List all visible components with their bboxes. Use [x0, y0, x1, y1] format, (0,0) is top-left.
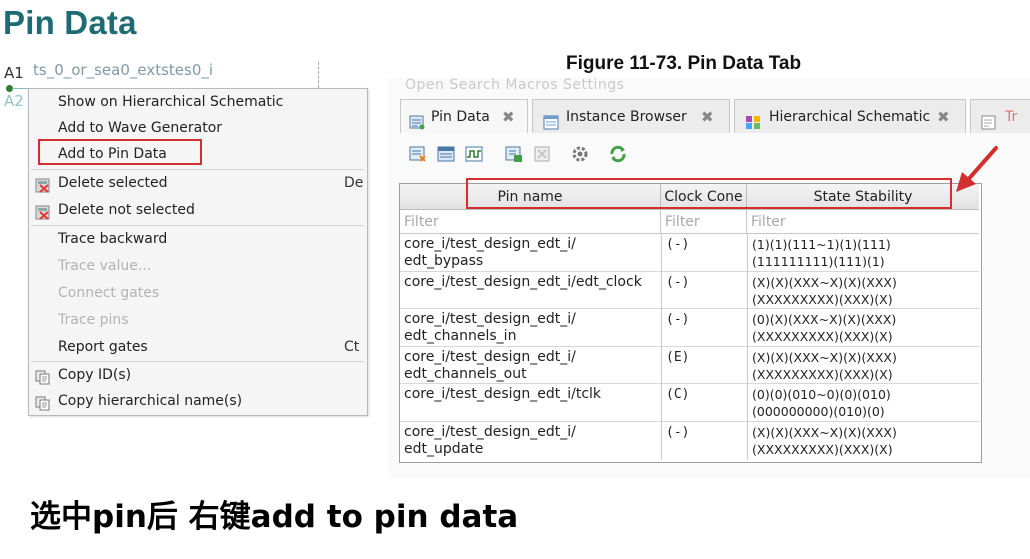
red-arrow-icon: [956, 146, 998, 192]
pin-label-a2: A2: [4, 92, 24, 110]
menubar: Open Search Macros Settings: [405, 77, 625, 93]
tab-bar: Pin Data ✖ Instance Browser ✖ Hierarchic…: [392, 99, 1030, 133]
filter-input-clock-cone[interactable]: Filter: [661, 210, 747, 234]
figure-caption: Figure 11-73. Pin Data Tab: [566, 53, 802, 74]
pin-label-a1: A1: [4, 64, 24, 82]
menu-item-add-to-wave-generator[interactable]: Add to Wave Generator: [29, 115, 367, 141]
tab-trace[interactable]: Tr: [970, 99, 1030, 133]
menu-item-trace-value[interactable]: Trace value...: [29, 253, 367, 279]
menu-item-delete-not-selected[interactable]: Delete not selected: [29, 197, 367, 223]
instance-name-label: ts_0_or_sea0_extstes0_i: [33, 61, 214, 79]
tab-label: Pin Data: [431, 109, 490, 125]
menu-item-connect-gates[interactable]: Connect gates: [29, 280, 367, 306]
menu-item-label: Add to Wave Generator: [58, 120, 223, 136]
copy-icon: [35, 368, 50, 385]
cell-pin-name: core_i/test_design_edt_i/ edt_update: [404, 424, 576, 457]
highlight-box-add-to-pin-data: [38, 139, 202, 165]
list-icon[interactable]: [436, 144, 456, 164]
filter-input-pin-name[interactable]: Filter: [400, 210, 661, 234]
cell-clock-cone: (-): [666, 312, 690, 328]
delete-icon: [35, 203, 50, 220]
refresh-icon[interactable]: [608, 144, 628, 164]
table-row[interactable]: core_i/test_design_edt_i/ edt_update (-)…: [400, 422, 979, 460]
tab-label: Hierarchical Schematic: [769, 109, 931, 125]
trace-icon: [981, 109, 997, 130]
menu-item-trace-backward[interactable]: Trace backward: [29, 226, 367, 252]
menu-item-label: Trace backward: [58, 231, 168, 247]
toolbar: [400, 144, 660, 170]
cell-clock-cone: (-): [666, 237, 690, 252]
menu-item-label: Delete not selected: [58, 202, 195, 218]
cell-clock-cone: (E): [666, 349, 690, 365]
bottom-caption: 选中pin后 右键add to pin data: [30, 499, 519, 535]
filter-input-state-stability[interactable]: Filter: [747, 210, 979, 234]
context-menu: Show on Hierarchical Schematic Add to Wa…: [28, 88, 368, 416]
menu-item-label: Copy hierarchical name(s): [58, 393, 243, 409]
menu-item-label: Copy ID(s): [58, 367, 132, 383]
cell-state-stability: (X)(X)(XXX~X)(X)(XXX) (XXXXXXXXX)(XXX)(X…: [752, 425, 897, 457]
highlight-box-column-headers: [466, 178, 952, 209]
menu-item-label: Trace pins: [58, 312, 129, 328]
instance-browser-icon: [543, 109, 559, 130]
wave-icon[interactable]: [464, 144, 484, 164]
close-icon[interactable]: ✖: [937, 100, 950, 134]
menu-item-label: Report gates: [58, 339, 148, 355]
cell-pin-name: core_i/test_design_edt_i/edt_clock: [404, 273, 642, 290]
cell-clock-cone: (-): [666, 274, 690, 290]
tab-pin-data[interactable]: Pin Data ✖: [400, 99, 528, 133]
add-pin-icon[interactable]: [408, 144, 428, 164]
cell-state-stability: (0)(X)(XXX~X)(X)(XXX) (XXXXXXXXX)(XXX)(X…: [752, 312, 897, 345]
menu-item-delete-selected[interactable]: Delete selected De: [29, 170, 367, 196]
menu-item-label: Show on Hierarchical Schematic: [58, 94, 284, 110]
page-title: Pin Data: [3, 4, 137, 41]
menu-shortcut: Ct: [344, 339, 360, 355]
close-icon[interactable]: ✖: [701, 100, 714, 134]
menu-item-show-hierarchical-schematic[interactable]: Show on Hierarchical Schematic: [29, 89, 367, 115]
cell-pin-name: core_i/test_design_edt_i/ edt_channels_o…: [404, 348, 576, 382]
pin-data-table: Pin name Clock Cone State Stability Filt…: [399, 183, 982, 463]
column-divider: [661, 234, 662, 460]
menu-item-trace-pins[interactable]: Trace pins: [29, 307, 367, 333]
column-divider: [747, 234, 748, 460]
menu-item-copy-ids[interactable]: Copy ID(s): [29, 362, 367, 388]
table-row[interactable]: core_i/test_design_edt_i/tclk (C) (0)(0)…: [400, 384, 979, 422]
close-icon[interactable]: ✖: [502, 100, 515, 134]
tab-hierarchical-schematic[interactable]: Hierarchical Schematic ✖: [734, 99, 966, 133]
cell-state-stability: (X)(X)(XXX~X)(X)(XXX) (XXXXXXXXX)(XXX)(X…: [752, 349, 897, 382]
menu-item-report-gates[interactable]: Report gates Ct: [29, 334, 367, 360]
cell-state-stability: (X)(X)(XXX~X)(X)(XXX) (XXXXXXXXX)(XXX)(X…: [752, 274, 897, 307]
schematic-icon: [745, 109, 761, 129]
tab-label: Instance Browser: [566, 109, 687, 125]
cell-state-stability: (1)(1)(111~1)(1)(111) (111111111)(111)(1…: [752, 237, 891, 269]
copy-icon: [35, 394, 50, 411]
menu-item-label: Connect gates: [58, 285, 160, 301]
settings-icon[interactable]: [570, 144, 590, 164]
clear-icon[interactable]: [532, 144, 552, 164]
cell-state-stability: (0)(0)(010~0)(0)(010) (000000000)(010)(0…: [752, 387, 891, 420]
table-row[interactable]: core_i/test_design_edt_i/edt_clock (-) (…: [400, 272, 979, 310]
cell-pin-name: core_i/test_design_edt_i/ edt_bypass: [404, 236, 576, 269]
cell-clock-cone: (-): [666, 425, 690, 440]
menu-item-label: Delete selected: [58, 175, 168, 191]
cell-pin-name: core_i/test_design_edt_i/tclk: [404, 386, 602, 403]
menu-item-copy-hierarchical-names[interactable]: Copy hierarchical name(s): [29, 388, 367, 414]
table-row[interactable]: core_i/test_design_edt_i/ edt_channels_i…: [400, 309, 979, 347]
export-icon[interactable]: [504, 144, 524, 164]
cell-pin-name: core_i/test_design_edt_i/ edt_channels_i…: [404, 311, 576, 345]
menu-shortcut: De: [344, 175, 364, 191]
tab-instance-browser[interactable]: Instance Browser ✖: [532, 99, 730, 133]
pin-data-icon: [409, 109, 425, 130]
table-row[interactable]: core_i/test_design_edt_i/ edt_channels_o…: [400, 347, 979, 385]
menu-item-label: Trace value...: [58, 258, 152, 274]
schematic-dashed-line: [318, 62, 319, 88]
table-row[interactable]: core_i/test_design_edt_i/ edt_bypass (-)…: [400, 234, 979, 272]
delete-icon: [35, 176, 50, 193]
tab-label: Tr: [1005, 109, 1018, 125]
cell-clock-cone: (C): [666, 387, 690, 403]
